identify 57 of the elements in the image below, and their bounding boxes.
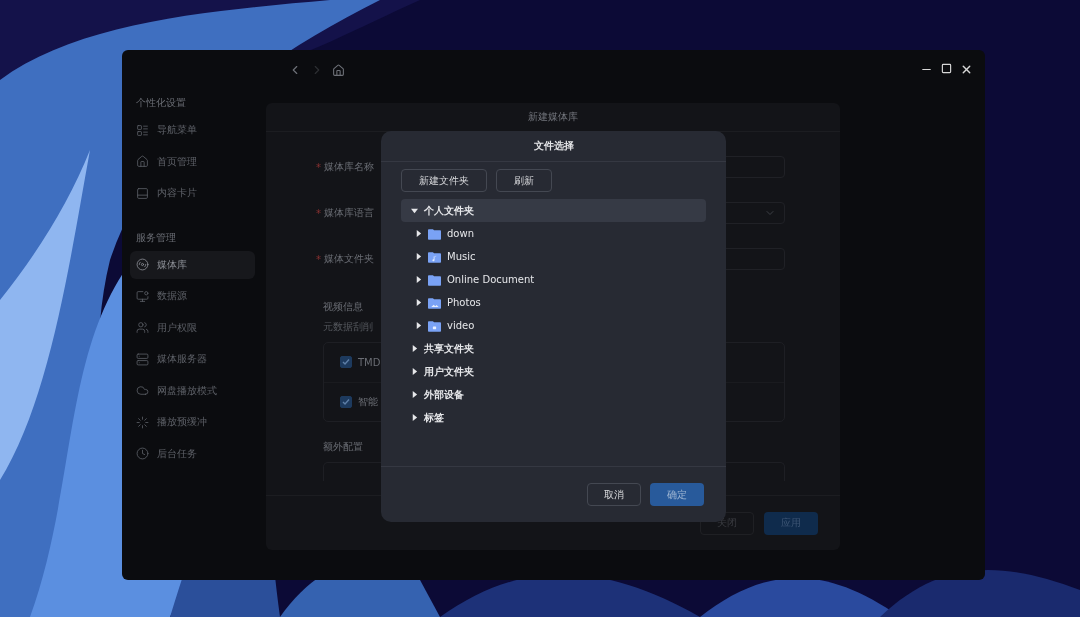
sidebar-item-icon	[136, 258, 149, 271]
toolbar-button[interactable]: 新建文件夹	[401, 169, 487, 192]
tree-item[interactable]: Photos	[401, 291, 706, 314]
field-label: 媒体库名称	[324, 160, 374, 174]
tree-item[interactable]: Online Document	[401, 268, 706, 291]
dialog-title: 文件选择	[381, 131, 726, 162]
caret-icon[interactable]	[415, 276, 422, 283]
caret-icon[interactable]	[415, 230, 422, 237]
tree-item[interactable]: 共享文件夹	[401, 337, 706, 360]
section-heading: 额外配置	[323, 440, 363, 454]
tree-item[interactable]: Music	[401, 245, 706, 268]
sidebar-heading: 个性化设置	[135, 96, 187, 110]
caret-icon[interactable]	[411, 207, 418, 214]
folder-icon	[428, 227, 441, 240]
tree-item[interactable]: 外部设备	[401, 383, 706, 406]
tree-item[interactable]: 标签	[401, 406, 706, 429]
tree-item[interactable]: 个人文件夹	[401, 199, 706, 222]
sidebar-item-icon	[136, 321, 149, 334]
checkbox[interactable]	[340, 356, 352, 369]
caret-icon[interactable]	[411, 345, 418, 352]
required-mark: *	[316, 161, 321, 173]
sidebar-item-icon	[136, 155, 149, 168]
home-icon[interactable]	[332, 63, 345, 77]
checkbox[interactable]	[340, 395, 352, 408]
video-folder-icon	[428, 319, 441, 332]
tree-item[interactable]: video	[401, 314, 706, 337]
sidebar-heading: 服务管理	[135, 230, 177, 245]
photo-folder-icon	[428, 296, 441, 309]
tree-item[interactable]: 用户文件夹	[401, 360, 706, 383]
caret-icon[interactable]	[411, 368, 418, 375]
maximize-icon[interactable]	[941, 63, 952, 74]
sidebar-item-icon	[136, 447, 149, 460]
cancel-button[interactable]: 取消	[587, 483, 641, 506]
sidebar-item-icon	[136, 415, 149, 429]
sidebar-item-icon	[136, 289, 149, 303]
caret-icon[interactable]	[415, 253, 422, 260]
option-label: 智能	[358, 394, 378, 409]
section-heading: 视频信息	[323, 300, 363, 314]
caret-icon[interactable]	[415, 299, 422, 306]
folder-icon	[428, 273, 441, 286]
sidebar-item-icon	[136, 186, 149, 200]
field-label: 媒体文件夹	[324, 252, 374, 266]
sidebar-item-icon	[136, 352, 149, 366]
close-icon[interactable]	[960, 63, 973, 76]
music-folder-icon	[428, 250, 441, 263]
sidebar-item-icon	[136, 123, 149, 137]
toolbar-button[interactable]: 刷新	[496, 169, 552, 192]
sidebar-item[interactable]: 媒体库	[130, 250, 255, 279]
required-mark: *	[316, 253, 321, 265]
tree-item[interactable]: down	[401, 222, 706, 245]
caret-icon[interactable]	[411, 414, 418, 421]
caret-icon[interactable]	[411, 391, 418, 398]
sidebar-item-icon	[136, 384, 149, 397]
field-label: 媒体库语言	[324, 206, 374, 220]
required-mark: *	[316, 207, 321, 219]
option-label: TMD	[358, 356, 381, 368]
caret-icon[interactable]	[415, 322, 422, 329]
